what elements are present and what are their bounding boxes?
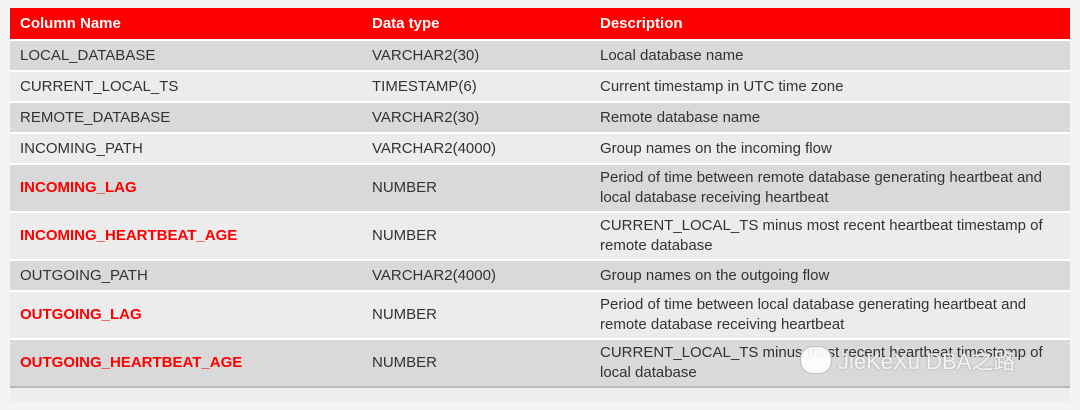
cell-description: Remote database name [590, 101, 1070, 132]
cell-column-name: INCOMING_LAG [10, 163, 362, 211]
cell-description: CURRENT_LOCAL_TS minus most recent heart… [590, 338, 1070, 388]
table-row: INCOMING_LAG NUMBER Period of time betwe… [10, 163, 1070, 211]
header-column-name: Column Name [10, 8, 362, 39]
table-container: Column Name Data type Description LOCAL_… [10, 8, 1070, 402]
header-description: Description [590, 8, 1070, 39]
cell-data-type: NUMBER [362, 290, 590, 338]
table-row: INCOMING_PATH VARCHAR2(4000) Group names… [10, 132, 1070, 163]
cell-data-type: VARCHAR2(4000) [362, 132, 590, 163]
cell-data-type: VARCHAR2(30) [362, 39, 590, 70]
cell-data-type: TIMESTAMP(6) [362, 70, 590, 101]
table-row: CURRENT_LOCAL_TS TIMESTAMP(6) Current ti… [10, 70, 1070, 101]
cell-column-name: INCOMING_PATH [10, 132, 362, 163]
cell-column-name: LOCAL_DATABASE [10, 39, 362, 70]
cell-description: CURRENT_LOCAL_TS minus most recent heart… [590, 211, 1070, 259]
cell-data-type: VARCHAR2(4000) [362, 259, 590, 290]
cell-data-type: VARCHAR2(30) [362, 101, 590, 132]
cell-data-type: NUMBER [362, 338, 590, 388]
cell-description: Group names on the outgoing flow [590, 259, 1070, 290]
cell-description: Group names on the incoming flow [590, 132, 1070, 163]
header-row: Column Name Data type Description [10, 8, 1070, 39]
cell-column-name: OUTGOING_PATH [10, 259, 362, 290]
header-data-type: Data type [362, 8, 590, 39]
cell-description: Current timestamp in UTC time zone [590, 70, 1070, 101]
table-row: REMOTE_DATABASE VARCHAR2(30) Remote data… [10, 101, 1070, 132]
cell-column-name: OUTGOING_LAG [10, 290, 362, 338]
cell-description: Local database name [590, 39, 1070, 70]
table-row: OUTGOING_LAG NUMBER Period of time betwe… [10, 290, 1070, 338]
cell-description: Period of time between local database ge… [590, 290, 1070, 338]
cell-data-type: NUMBER [362, 163, 590, 211]
cell-data-type: NUMBER [362, 211, 590, 259]
table-row: OUTGOING_PATH VARCHAR2(4000) Group names… [10, 259, 1070, 290]
table-row: LOCAL_DATABASE VARCHAR2(30) Local databa… [10, 39, 1070, 70]
table-row: INCOMING_HEARTBEAT_AGE NUMBER CURRENT_LO… [10, 211, 1070, 259]
cell-column-name: REMOTE_DATABASE [10, 101, 362, 132]
cell-column-name: OUTGOING_HEARTBEAT_AGE [10, 338, 362, 388]
columns-table: Column Name Data type Description LOCAL_… [10, 8, 1070, 388]
cell-column-name: INCOMING_HEARTBEAT_AGE [10, 211, 362, 259]
cell-description: Period of time between remote database g… [590, 163, 1070, 211]
table-row: OUTGOING_HEARTBEAT_AGE NUMBER CURRENT_LO… [10, 338, 1070, 388]
cell-column-name: CURRENT_LOCAL_TS [10, 70, 362, 101]
